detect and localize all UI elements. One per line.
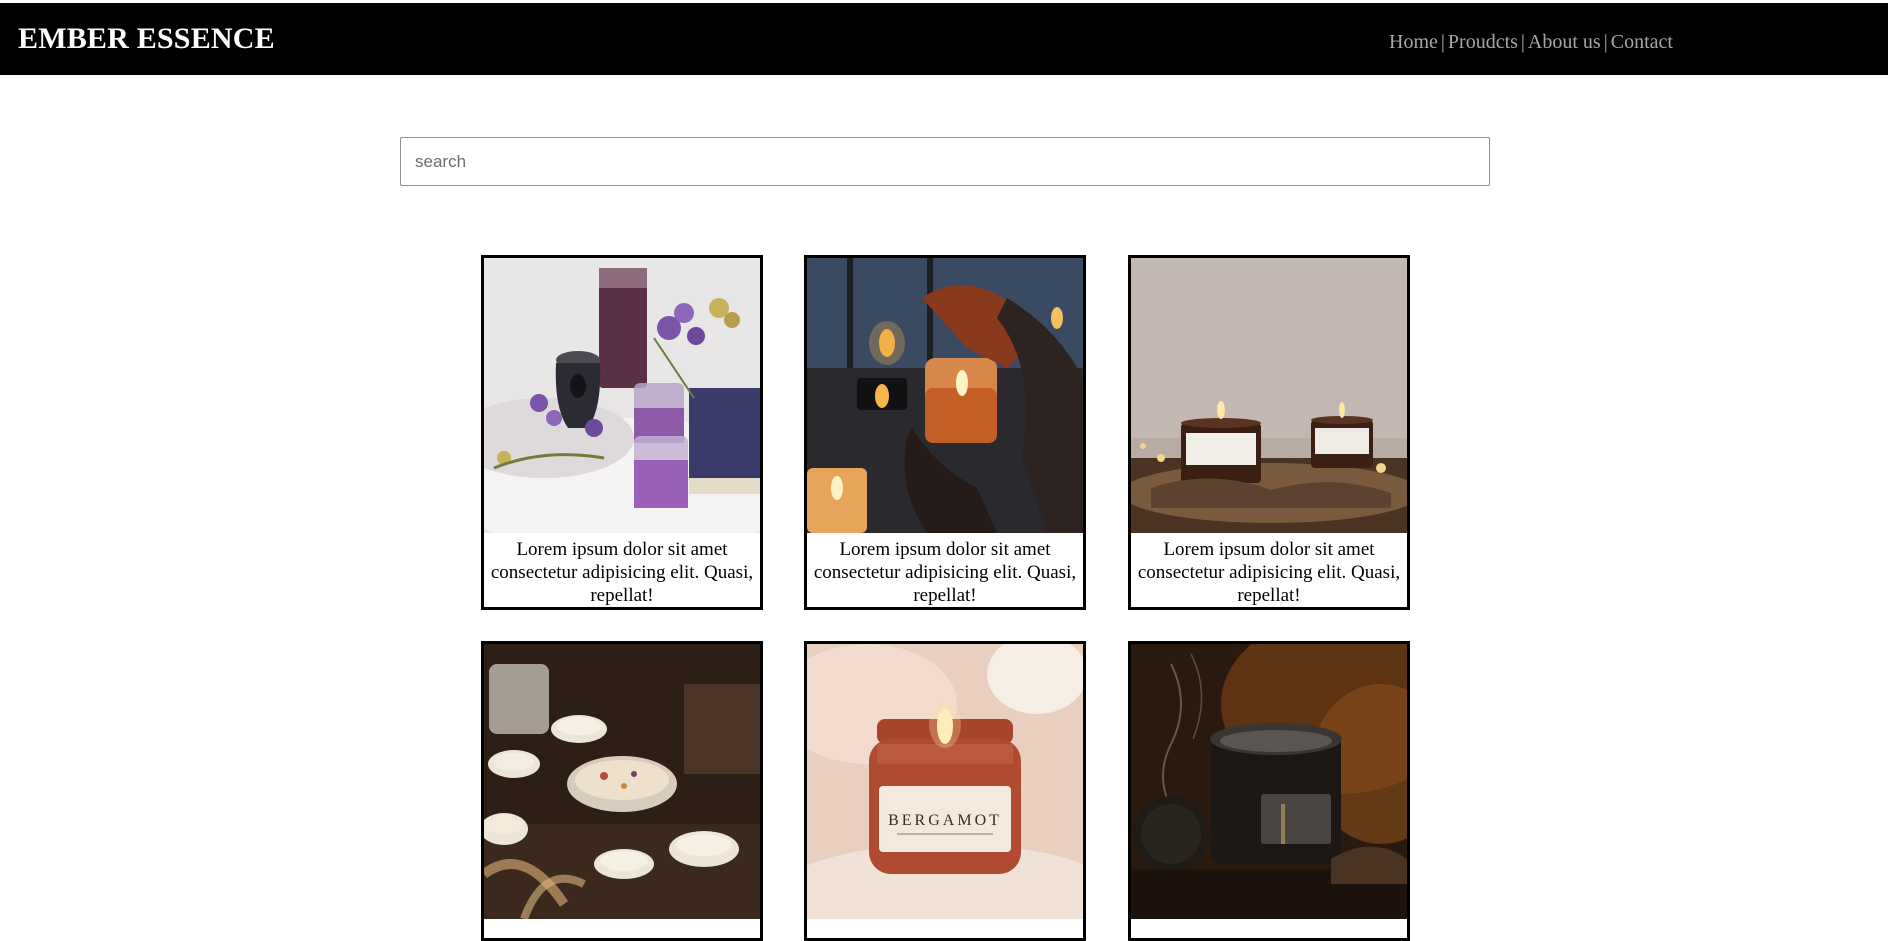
product-caption xyxy=(1131,919,1407,924)
nav-separator: | xyxy=(1603,31,1608,53)
smoked-glass-candle-photo xyxy=(1131,644,1407,919)
product-caption xyxy=(484,919,760,924)
product-caption xyxy=(807,919,1083,924)
candle-hand-photo xyxy=(807,258,1083,533)
product-card[interactable] xyxy=(481,641,763,941)
top-navbar: EMBER ESSENCE Home | Proudcts | About us | Con… xyxy=(0,3,1888,75)
product-card[interactable]: Lorem ipsum dolor sit amet consectetur a… xyxy=(804,255,1086,610)
nav-link-about-us[interactable]: About us xyxy=(1528,31,1601,53)
nav-separator: | xyxy=(1520,31,1525,53)
nav-separator: | xyxy=(1440,31,1445,53)
product-caption: Lorem ipsum dolor sit amet consectetur a… xyxy=(813,539,1077,606)
bergamot-candle-photo: BERGAMOT xyxy=(807,644,1083,919)
product-caption: Lorem ipsum dolor sit amet consectetur a… xyxy=(1137,539,1401,606)
product-card[interactable]: Lorem ipsum dolor sit amet consectetur a… xyxy=(1128,255,1410,610)
bergamot-label-text: BERGAMOT xyxy=(888,812,1002,829)
product-caption: Lorem ipsum dolor sit amet consectetur a… xyxy=(490,539,754,606)
nav-link-products[interactable]: Proudcts xyxy=(1448,31,1518,53)
product-card[interactable]: BERGAMOT xyxy=(804,641,1086,941)
product-card[interactable]: Lorem ipsum dolor sit amet consectetur a… xyxy=(481,255,763,610)
floral-candles-photo xyxy=(484,644,760,919)
amber-jar-candles-photo xyxy=(1131,258,1407,533)
search-input[interactable] xyxy=(400,137,1490,186)
nav-menu: Home | Proudcts | About us | Contact xyxy=(1389,31,1673,54)
nav-link-contact[interactable]: Contact xyxy=(1611,31,1673,53)
nav-link-home[interactable]: Home xyxy=(1389,31,1438,53)
candle-lavender-photo xyxy=(484,258,760,533)
brand-logo[interactable]: EMBER ESSENCE xyxy=(18,22,275,56)
product-card[interactable] xyxy=(1128,641,1410,941)
